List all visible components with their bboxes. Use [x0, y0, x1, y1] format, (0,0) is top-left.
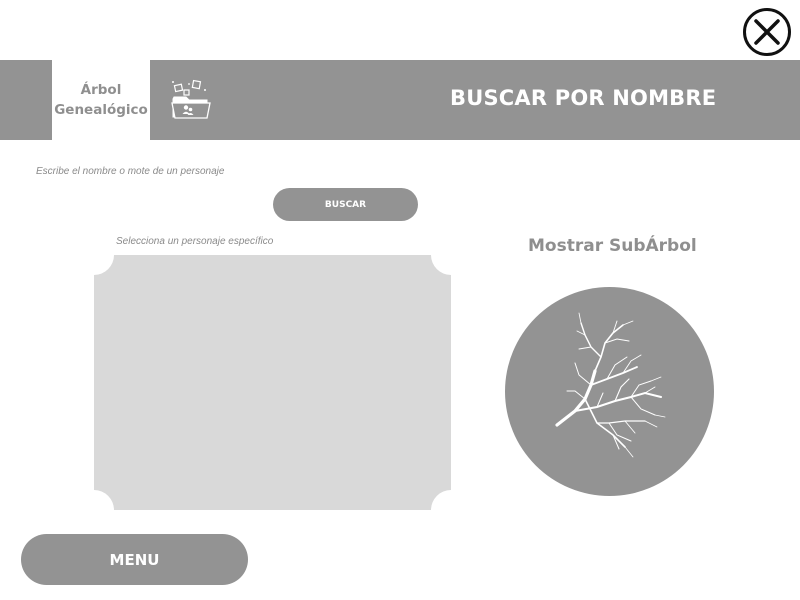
menu-button[interactable]: MENU	[21, 534, 248, 585]
character-list[interactable]	[94, 255, 451, 510]
search-hint: Escribe el nombre o mote de un personaje	[36, 166, 225, 177]
show-subtree-button[interactable]	[505, 287, 714, 496]
character-list-panel	[94, 255, 451, 510]
app-window: Árbol Genealógico BUSCAR POR NOMBRE Escr…	[0, 0, 800, 600]
header-bar: Árbol Genealógico BUSCAR POR NOMBRE	[0, 60, 800, 140]
tab-family-tree[interactable]: Árbol Genealógico	[52, 60, 150, 140]
close-circle-icon	[743, 8, 791, 56]
page-title: BUSCAR POR NOMBRE	[450, 86, 717, 110]
folder-upload-icon	[171, 79, 211, 119]
folder-upload-button[interactable]	[168, 78, 214, 124]
subtree-title: Mostrar SubÁrbol	[528, 236, 697, 256]
tab-label-line1: Árbol	[80, 82, 122, 98]
tree-branches-icon	[555, 312, 666, 458]
character-list-hint: Selecciona un personaje específico	[116, 236, 274, 247]
close-button[interactable]	[742, 7, 792, 57]
search-button[interactable]: BUSCAR	[273, 188, 418, 221]
tab-label-line2: Genealógico	[54, 102, 148, 118]
